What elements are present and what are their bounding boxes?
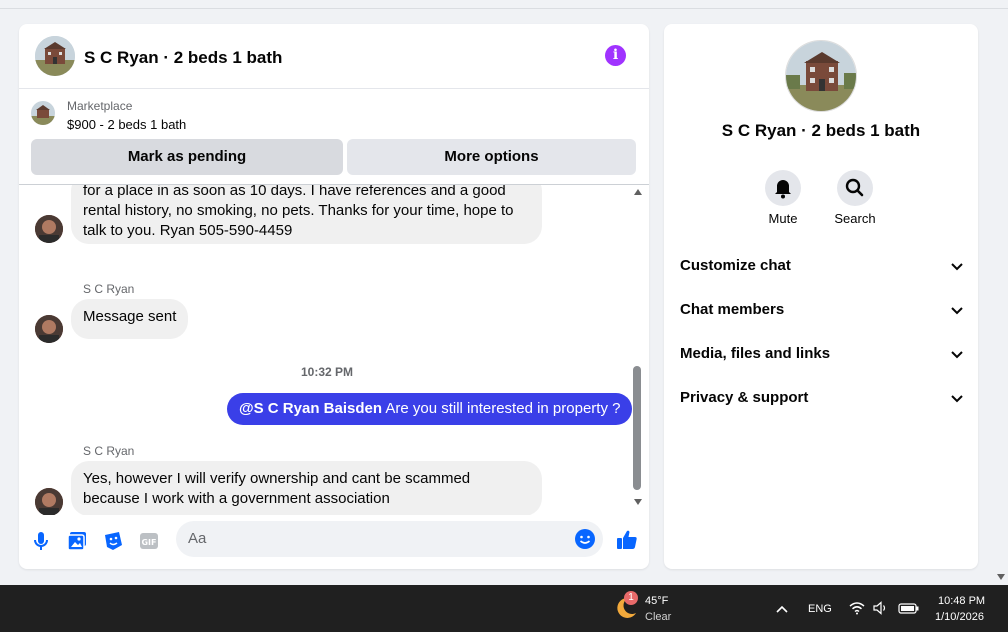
mention[interactable]: @S C Ryan Baisden: [239, 400, 382, 417]
section-label: Customize chat: [680, 257, 791, 274]
search-label: Search: [834, 211, 876, 226]
chat-header: S C Ryan · 2 beds 1 bath i: [19, 24, 649, 89]
message-text: Message sent: [83, 308, 177, 325]
mark-as-pending-button[interactable]: Mark as pending: [31, 139, 343, 175]
clock-time[interactable]: 10:48 PM: [938, 595, 985, 607]
weather-badge: 1: [624, 591, 638, 605]
message-text: Are you still interested in property ?: [382, 400, 621, 417]
mute-button[interactable]: Mute: [753, 170, 813, 226]
message-input-placeholder: Aa: [188, 530, 207, 547]
search-icon: [845, 178, 864, 197]
mute-button-circle[interactable]: [765, 170, 801, 206]
chevron-down-icon: [951, 263, 963, 271]
marketplace-label: Marketplace: [67, 99, 133, 113]
chevron-down-icon: [951, 395, 963, 403]
listing-title[interactable]: $900 - 2 beds 1 bath: [67, 117, 186, 132]
battery-icon[interactable]: [898, 600, 920, 616]
message-scrollbar[interactable]: [633, 185, 643, 509]
profile-name: S C Ryan · 2 beds 1 bath: [721, 121, 921, 140]
section-label: Chat members: [680, 301, 785, 318]
profile-avatar[interactable]: [785, 40, 857, 112]
svg-text:GIF: GIF: [141, 538, 156, 547]
page-scroll-down-icon[interactable]: [997, 574, 1005, 580]
clock-date[interactable]: 1/10/2026: [935, 611, 984, 623]
message-bubble-incoming[interactable]: Yes, however I will verify ownership and…: [71, 461, 542, 515]
search-button[interactable]: Search: [825, 170, 885, 226]
chevron-up-icon[interactable]: [775, 604, 789, 614]
more-options-button[interactable]: More options: [347, 139, 636, 175]
message-bubble-incoming[interactable]: for a place in as soon as 10 days. I hav…: [71, 185, 542, 244]
mute-label: Mute: [768, 211, 798, 226]
thumbs-up-icon[interactable]: [615, 528, 639, 552]
section-label: Privacy & support: [680, 389, 809, 406]
message-list: for a place in as soon as 10 days. I hav…: [19, 185, 649, 515]
chat-avatar[interactable]: [35, 36, 75, 76]
avatar[interactable]: [35, 315, 63, 343]
message-bubble-outgoing[interactable]: @S C Ryan Baisden Are you still interest…: [227, 393, 633, 425]
message-input[interactable]: Aa: [176, 521, 603, 557]
section-chat-members[interactable]: Chat members: [680, 298, 964, 322]
scrollbar-thumb[interactable]: [633, 366, 641, 490]
photo-icon[interactable]: [65, 529, 89, 553]
message-text: Yes, however I will verify ownership and…: [83, 470, 471, 507]
bell-icon: [775, 180, 791, 199]
sender-name: S C Ryan: [83, 444, 135, 458]
info-icon[interactable]: i: [605, 45, 626, 66]
timestamp-separator: 10:32 PM: [301, 365, 354, 379]
listing-thumbnail[interactable]: [31, 101, 55, 125]
message-text: for a place in as soon as 10 days. I hav…: [83, 185, 514, 239]
sender-name: S C Ryan: [83, 282, 135, 296]
message-bubble-incoming[interactable]: Message sent: [71, 299, 189, 339]
avatar[interactable]: [35, 215, 63, 243]
language-indicator[interactable]: ENG: [808, 603, 832, 615]
chevron-down-icon: [951, 351, 963, 359]
section-privacy-support[interactable]: Privacy & support: [680, 386, 964, 410]
chevron-down-icon: [951, 307, 963, 315]
top-divider: [0, 8, 1008, 9]
conversation-info-panel: S C Ryan · 2 beds 1 bath Mute Search Cus…: [664, 24, 978, 569]
wifi-icon[interactable]: [848, 600, 866, 616]
chat-title[interactable]: S C Ryan · 2 beds 1 bath: [84, 48, 282, 68]
chat-panel: S C Ryan · 2 beds 1 bath i Marketplace $…: [19, 24, 649, 569]
windows-taskbar: 1 45°F Clear ENG 10:48 PM 1/10/2026: [0, 585, 1008, 632]
sticker-icon[interactable]: [101, 529, 125, 553]
section-label: Media, files and links: [680, 345, 831, 362]
scroll-down-icon[interactable]: [634, 499, 642, 505]
scroll-up-icon[interactable]: [634, 189, 642, 195]
emoji-icon[interactable]: [574, 528, 596, 550]
weather-temperature[interactable]: 45°F: [645, 595, 668, 607]
composer: GIF Aa: [19, 519, 649, 569]
section-customize-chat[interactable]: Customize chat: [680, 254, 964, 278]
avatar[interactable]: [35, 488, 63, 515]
microphone-icon[interactable]: [29, 529, 53, 553]
weather-condition[interactable]: Clear: [645, 611, 671, 623]
speaker-icon[interactable]: [872, 600, 890, 616]
section-media-files-links[interactable]: Media, files and links: [680, 342, 964, 366]
search-button-circle[interactable]: [837, 170, 873, 206]
gif-icon[interactable]: GIF: [137, 529, 161, 553]
marketplace-bar: Marketplace $900 - 2 beds 1 bath Mark as…: [19, 89, 649, 185]
